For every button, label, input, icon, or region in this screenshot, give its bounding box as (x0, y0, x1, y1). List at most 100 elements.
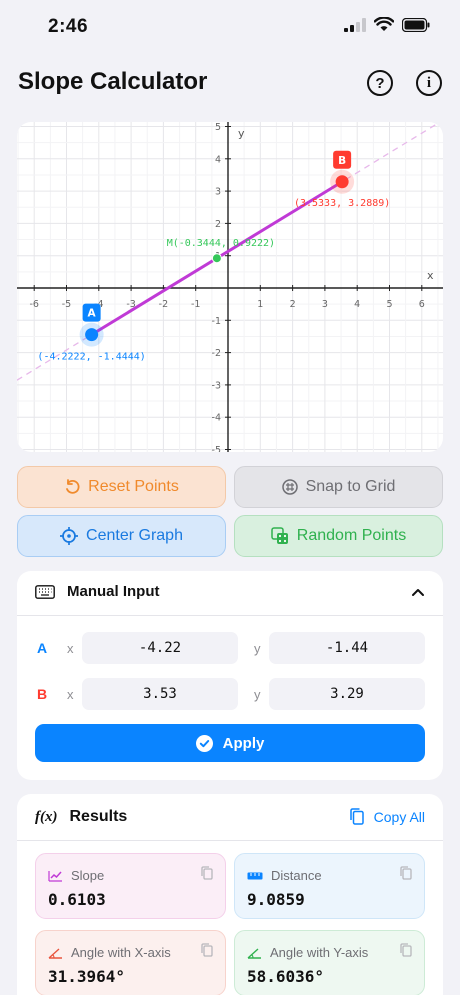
x-tick-label: 3 (322, 299, 328, 310)
point-a-badge-label: A (88, 308, 97, 320)
x-tick-label: -6 (29, 299, 38, 310)
app-header: Slope Calculator ? i (0, 62, 460, 106)
manual-input-header[interactable]: Manual Input (35, 583, 160, 600)
info-button[interactable]: i (416, 70, 442, 96)
random-points-label: Random Points (296, 527, 407, 544)
point-b-badge-label: B (338, 155, 346, 167)
line-chart-icon (48, 870, 62, 882)
angle-y-tile-label: Angle with Y-axis (247, 945, 368, 960)
reset-points-label: Reset Points (88, 478, 179, 495)
slope-label: Slope (71, 868, 105, 883)
point-a-coords: (-4.2222, -1.4444) (37, 352, 145, 363)
point-b-label: B (37, 686, 48, 702)
y-tick-label: -3 (212, 380, 221, 391)
y-tick-label: -4 (212, 413, 221, 424)
coordinate-graph[interactable]: xy -6-5-4-3-2-112345654321-1-2-3-4-5 M(-… (17, 122, 443, 452)
slope-tile: Slope 0.6103 (35, 853, 226, 919)
signal-icon (344, 17, 366, 32)
angle-x-tile: Angle with X-axis 31.3964° (35, 930, 226, 995)
ruler-icon (247, 872, 263, 879)
point-a-label: A (37, 640, 48, 656)
distance-tile: Distance 9.0859 (234, 853, 425, 919)
midpoint-marker (211, 253, 222, 264)
random-points-button[interactable]: Random Points (234, 515, 443, 557)
status-time: 2:46 (48, 16, 89, 37)
wifi-icon (374, 17, 394, 31)
b-x-input[interactable]: 3.53 (82, 678, 238, 710)
y-tick-label: 4 (215, 154, 221, 165)
copy-all-label: Copy All (373, 808, 425, 825)
x-tick-label: 1 (257, 299, 263, 310)
distance-label: Distance (271, 868, 322, 883)
status-icons (344, 17, 430, 32)
angle-x-tile-label: Angle with X-axis (48, 945, 171, 960)
snap-to-grid-label: Snap to Grid (305, 478, 396, 495)
results-header: f(x) Results (35, 808, 127, 826)
b-y-input[interactable]: 3.29 (269, 678, 425, 710)
grid-icon (281, 479, 298, 495)
x-axis-label: x (427, 269, 434, 282)
angle-y-label: Angle with Y-axis (270, 945, 369, 960)
page-title: Slope Calculator (18, 68, 208, 95)
distance-value: 9.0859 (247, 890, 305, 909)
reset-icon (66, 479, 80, 494)
graph-card[interactable]: xy -6-5-4-3-2-112345654321-1-2-3-4-5 M(-… (17, 122, 443, 452)
dice-icon (271, 527, 288, 544)
slope-tile-label: Slope (48, 868, 104, 883)
snap-to-grid-button[interactable]: Snap to Grid (234, 466, 443, 508)
copy-icon (349, 808, 364, 825)
slope-value: 0.6103 (48, 890, 106, 909)
y-axis-label: y (238, 127, 245, 140)
copy-icon[interactable] (400, 866, 412, 880)
y-tick-label: -2 (212, 348, 221, 359)
a-x-input[interactable]: -4.22 (82, 632, 238, 664)
center-graph-button[interactable]: Center Graph (17, 515, 226, 557)
copy-all-button[interactable]: Copy All (349, 808, 425, 825)
manual-input-card: Manual Input A x -4.22 y -1.44 B x 3.53 … (17, 571, 443, 780)
battery-icon (402, 17, 430, 32)
b-y-label: y (254, 687, 261, 702)
manual-input-title: Manual Input (67, 583, 160, 600)
reset-points-button[interactable]: Reset Points (17, 466, 226, 508)
copy-icon[interactable] (400, 943, 412, 957)
a-y-label: y (254, 641, 261, 656)
angle-icon (247, 947, 261, 959)
status-bar: 2:46 (0, 0, 460, 52)
x-tick-label: 2 (290, 299, 296, 310)
a-y-input[interactable]: -1.44 (269, 632, 425, 664)
copy-icon[interactable] (201, 866, 213, 880)
x-tick-label: 5 (386, 299, 392, 310)
distance-tile-label: Distance (247, 868, 322, 883)
x-tick-label: 6 (419, 299, 425, 310)
angle-y-tile: Angle with Y-axis 58.6036° (234, 930, 425, 995)
divider (17, 615, 443, 616)
midpoint-label: M(-0.3444, 0.9222) (167, 238, 275, 249)
results-card: f(x) Results Copy All Slope 0.6103 Dista… (17, 794, 443, 995)
apply-button[interactable]: Apply (35, 724, 425, 762)
help-button[interactable]: ? (367, 70, 393, 96)
point-a-marker (85, 328, 99, 342)
apply-label: Apply (222, 734, 265, 752)
info-icon: i (426, 74, 432, 91)
divider (17, 840, 443, 841)
x-tick-label: 4 (354, 299, 360, 310)
copy-icon[interactable] (201, 943, 213, 957)
results-title: Results (69, 808, 128, 825)
help-icon: ? (375, 74, 385, 92)
point-b-coords: (3.5333, 3.2889) (294, 198, 390, 209)
crosshair-icon (60, 527, 79, 545)
x-tick-label: -5 (62, 299, 71, 310)
y-tick-label: -5 (212, 445, 221, 452)
chevron-up-icon[interactable] (411, 587, 425, 597)
angle-y-value: 58.6036° (247, 967, 325, 986)
a-x-label: x (67, 641, 74, 656)
y-tick-label: 3 (215, 187, 221, 198)
x-tick-label: -1 (191, 299, 200, 310)
checkmark-circle-icon (195, 734, 213, 752)
x-tick-label: -2 (159, 299, 168, 310)
keyboard-icon (35, 584, 55, 599)
y-tick-label: -1 (212, 316, 221, 327)
y-tick-label: 5 (215, 122, 221, 133)
function-icon: f(x) (35, 808, 58, 825)
angle-icon (48, 947, 62, 959)
